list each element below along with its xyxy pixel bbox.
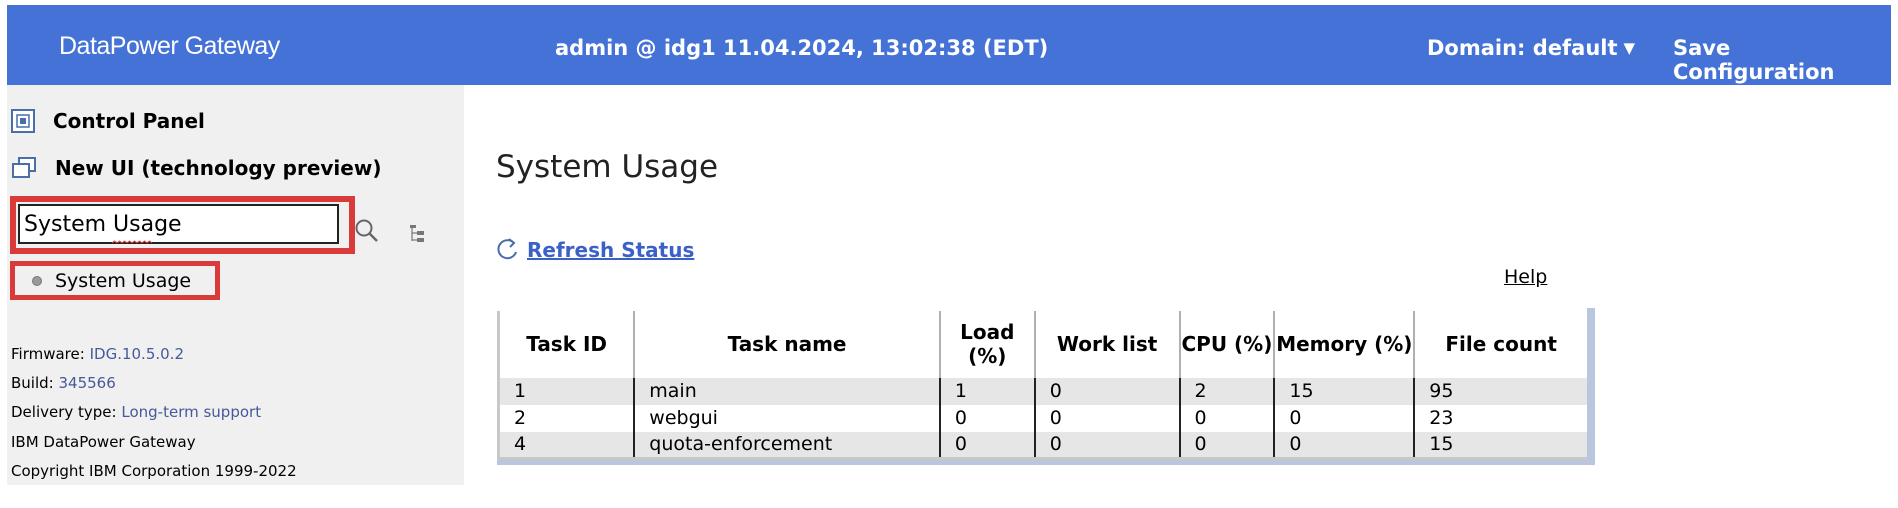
search-icon[interactable] — [354, 218, 380, 248]
cell-work-list: 0 — [1033, 377, 1180, 405]
col-header-memory: Memory (%) — [1273, 308, 1415, 378]
windows-icon — [12, 157, 36, 178]
system-usage-table-frame: Task ID Task name Load (%) Work list CPU… — [497, 308, 1595, 465]
cell-cpu: 0 — [1178, 404, 1275, 432]
control-panel-icon — [11, 109, 35, 133]
cell-file-count: 15 — [1413, 431, 1587, 460]
firmware-label: Firmware: — [11, 345, 85, 363]
cell-work-list: 0 — [1033, 431, 1180, 460]
cell-memory: 15 — [1273, 377, 1415, 405]
cell-task-name: main — [633, 377, 940, 405]
col-header-cpu: CPU (%) — [1178, 308, 1275, 378]
build-info: Build: 345566 — [11, 374, 116, 392]
table-row: 4 quota-enforcement 0 0 0 0 15 — [497, 431, 1587, 460]
table-row: 2 webgui 0 0 0 0 23 — [497, 404, 1587, 432]
cell-task-id: 1 — [497, 377, 635, 405]
cell-cpu: 0 — [1178, 431, 1275, 460]
firmware-value: IDG.10.5.0.2 — [89, 345, 184, 363]
build-label: Build: — [11, 374, 54, 392]
refresh-icon[interactable] — [497, 237, 519, 265]
cell-task-name: quota-enforcement — [633, 431, 940, 460]
help-link[interactable]: Help — [1504, 266, 1547, 288]
table-header-row: Task ID Task name Load (%) Work list CPU… — [497, 308, 1587, 378]
cell-file-count: 95 — [1413, 377, 1587, 405]
cell-load: 0 — [938, 404, 1035, 432]
domain-selector[interactable]: Domain: default ▼ — [1427, 36, 1635, 60]
table-row: 1 main 1 0 2 15 95 — [497, 377, 1587, 405]
col-header-task-name: Task name — [633, 308, 940, 378]
cell-cpu: 2 — [1178, 377, 1275, 405]
col-header-file-count: File count — [1413, 308, 1587, 378]
nav-control-panel-label: Control Panel — [53, 109, 205, 133]
cell-file-count: 23 — [1413, 404, 1587, 432]
tree-view-icon[interactable] — [409, 224, 425, 248]
build-value: 345566 — [58, 374, 116, 392]
col-header-load: Load (%) — [938, 308, 1035, 378]
cell-work-list: 0 — [1033, 404, 1180, 432]
search-highlight — [10, 196, 355, 254]
domain-label: Domain: default — [1427, 36, 1618, 60]
spellcheck-underline — [112, 240, 152, 244]
search-result-label: System Usage — [55, 269, 192, 292]
bullet-icon — [32, 275, 42, 286]
col-header-task-id: Task ID — [497, 308, 635, 378]
col-header-work-list: Work list — [1033, 308, 1180, 378]
session-info: admin @ idg1 11.04.2024, 13:02:38 (EDT) — [555, 36, 1049, 60]
cell-load: 0 — [938, 431, 1035, 460]
navigation-search-input[interactable] — [18, 204, 339, 244]
cell-memory: 0 — [1273, 404, 1415, 432]
product-name: IBM DataPower Gateway — [11, 433, 196, 451]
cell-memory: 0 — [1273, 431, 1415, 460]
nav-control-panel[interactable]: Control Panel — [11, 109, 205, 133]
cell-task-id: 2 — [497, 404, 635, 432]
search-result-item[interactable]: System Usage — [10, 261, 220, 300]
system-usage-table: Task ID Task name Load (%) Work list CPU… — [497, 308, 1587, 460]
delivery-value: Long-term support — [121, 403, 262, 421]
delivery-info: Delivery type: Long-term support — [11, 403, 261, 421]
firmware-info: Firmware: IDG.10.5.0.2 — [11, 345, 184, 363]
brand-title: DataPower Gateway — [59, 32, 280, 60]
cell-task-name: webgui — [633, 404, 940, 432]
top-header-bar: DataPower Gateway admin @ idg1 11.04.202… — [7, 5, 1891, 85]
nav-new-ui[interactable]: New UI (technology preview) — [11, 156, 381, 180]
page-title: System Usage — [496, 149, 719, 185]
sidebar: Control Panel New UI (technology preview… — [7, 85, 464, 485]
copyright: Copyright IBM Corporation 1999-2022 — [11, 462, 297, 480]
delivery-label: Delivery type: — [11, 403, 117, 421]
cell-task-id: 4 — [497, 431, 635, 460]
refresh-status-link[interactable]: Refresh Status — [527, 238, 694, 262]
caret-down-icon: ▼ — [1623, 39, 1636, 57]
cell-load: 1 — [938, 377, 1035, 405]
save-configuration-button[interactable]: Save Configuration — [1673, 36, 1891, 84]
nav-new-ui-label: New UI (technology preview) — [55, 156, 382, 180]
